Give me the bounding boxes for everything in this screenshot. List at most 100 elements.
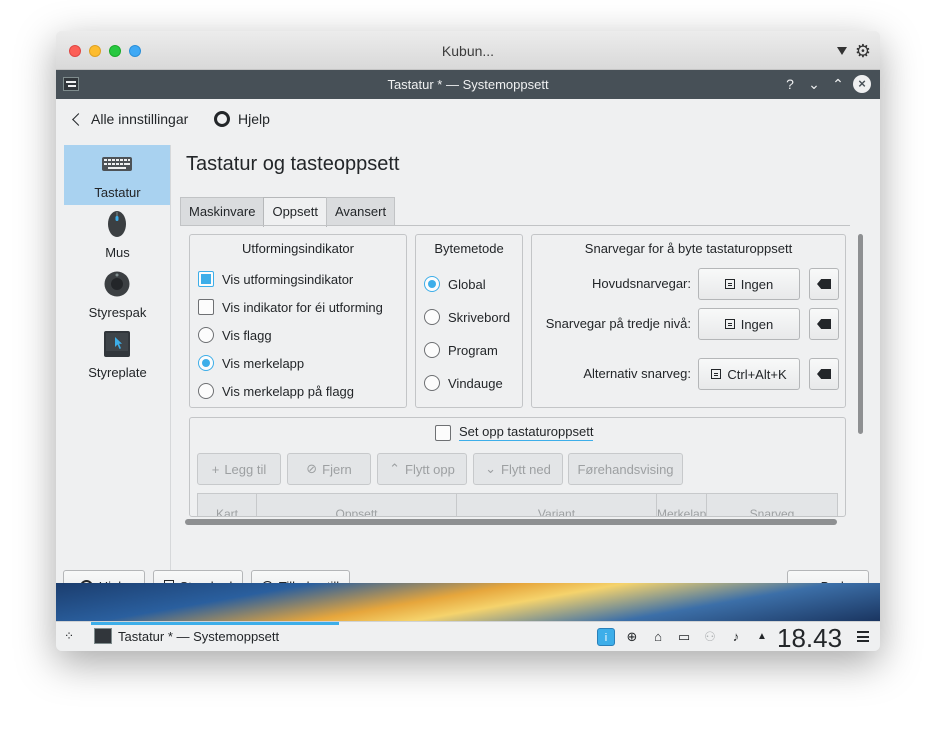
layouts-group: Set opp tastaturoppsett + Legg til ⊘ Fje… [189,417,846,517]
maximize-chevron-icon[interactable]: ⌃ [829,75,847,93]
policy-window-option[interactable]: Vindauge [424,374,503,392]
add-layout-button[interactable]: + Legg til [197,453,281,485]
usb-device-icon[interactable]: ⌂ [649,628,667,646]
shortcut-key-icon [724,319,735,329]
configure-layouts-option[interactable]: Set opp tastaturoppsett [435,424,594,441]
show-label-option[interactable]: Vis merkelapp [198,354,304,372]
shortcut-value: Ctrl+Alt+K [727,366,787,382]
option-label: Vis utformingsindikator [222,271,354,287]
taskbar-task-system-settings[interactable]: Tastatur * — Systemoppsett [94,628,279,644]
show-indicator-checkbox[interactable] [198,271,214,287]
policy-application-radio[interactable] [424,342,440,358]
column-header-variant[interactable]: Variant [457,494,657,516]
move-up-button[interactable]: ⌃ Flytt opp [377,453,467,485]
info-icon[interactable]: i [597,628,615,646]
option-label: Vis merkelapp [222,355,305,371]
volume-icon[interactable]: ♪ [727,628,745,646]
system-settings-icon [94,628,112,644]
show-flag-option[interactable]: Vis flagg [198,326,272,344]
sidebar-item-label: Styrespak [88,305,147,320]
chevron-up-icon: ⌃ [389,461,401,476]
switching-policy-group: Bytemetode Global Skrivebord Program Vin… [415,234,523,408]
help-question-icon[interactable]: ? [781,75,799,93]
tab-advanced[interactable]: Avansert [326,197,396,225]
desktop-wallpaper [56,583,880,621]
minimize-chevron-icon[interactable]: ⌄ [805,75,823,93]
show-flag-radio[interactable] [198,327,214,343]
policy-desktop-option[interactable]: Skrivebord [424,308,510,326]
clear-alternative-shortcut-button[interactable] [809,358,839,390]
policy-application-option[interactable]: Program [424,341,498,359]
taskbar: ⁘ Tastatur * — Systemoppsett i ⊕ ⌂ ▭ ⚇ ♪… [56,621,880,651]
policy-desktop-radio[interactable] [424,309,440,325]
clear-backspace-icon [817,369,831,379]
alternative-shortcut-button[interactable]: Ctrl+Alt+K [698,358,800,390]
task-title: Tastatur * — Systemoppsett [118,628,280,644]
user-icon[interactable]: ⚇ [701,628,719,646]
column-header-shortcut[interactable]: Snarveg [707,494,837,516]
move-down-button[interactable]: ⌄ Flytt ned [473,453,563,485]
mouse-icon [108,211,126,237]
option-label: Vis merkelapp på flagg [222,383,355,399]
shortcut-key-icon [711,369,722,379]
settings-body: Alle innstillingar Hjelp Tastatur Mus St… [56,99,880,602]
single-layout-indicator-option[interactable]: Vis indikator for éi utforming [198,298,383,316]
back-to-all-settings-button[interactable]: Alle innstillingar [70,110,188,128]
single-layout-indicator-checkbox[interactable] [198,299,214,315]
third-level-shortcut-button[interactable]: Ingen [698,308,800,340]
indicator-group: Utformingsindikator Vis utformingsindika… [189,234,407,408]
tab-hardware[interactable]: Maskinvare [180,197,265,225]
keyboard-icon [102,157,132,171]
show-label-radio[interactable] [198,355,214,371]
shortcut-value: Ingen [740,276,774,292]
remove-layout-label: Fjern [322,461,352,477]
network-icon[interactable]: ▭ [675,628,693,646]
expand-tray-icon[interactable]: ▲ [753,628,771,646]
option-label: Skrivebord [448,309,511,325]
show-indicator-option[interactable]: Vis utformingsindikator [198,270,353,288]
policy-global-radio[interactable] [424,276,440,292]
policy-window-radio[interactable] [424,375,440,391]
remove-layout-button[interactable]: ⊘ Fjern [287,453,371,485]
switch-shortcuts-group: Snarvegar for å byte tastaturoppsett Hov… [531,234,846,408]
update-icon[interactable]: ⊕ [623,628,641,646]
column-header-layout[interactable]: Oppsett [257,494,457,516]
application-launcher-icon[interactable]: ⁘ [64,629,78,643]
column-header-label[interactable]: Merkelapp [657,494,707,516]
gear-icon[interactable]: ⚙ [853,41,873,61]
sidebar-item-joystick[interactable]: Styrespak [64,265,171,325]
close-icon[interactable]: × [853,75,871,93]
show-label-on-flag-radio[interactable] [198,383,214,399]
horizontal-scrollbar[interactable] [185,519,837,525]
dropdown-triangle-icon[interactable] [837,47,847,55]
sidebar-item-touchpad[interactable]: Styreplate [64,325,171,385]
configure-layouts-checkbox[interactable] [435,424,451,441]
touchpad-icon [104,331,130,357]
preview-label: Førehandsvising [577,461,674,477]
clear-backspace-icon [817,279,831,289]
show-label-on-flag-option[interactable]: Vis merkelapp på flagg [198,382,354,400]
switching-group-title: Bytemetode [434,241,504,256]
tab-bar: Maskinvare Oppsett Avansert [180,197,396,227]
plus-icon: + [211,461,220,477]
sidebar-item-keyboard[interactable]: Tastatur [64,145,171,205]
top-help-button[interactable]: Hjelp [214,110,270,128]
shortcut-value: Ingen [740,316,774,332]
panel-menu-icon[interactable] [857,631,869,642]
configure-layouts-label: Set opp tastaturoppsett [459,424,594,441]
vertical-scrollbar[interactable] [858,234,863,434]
preview-button[interactable]: Førehandsvising [568,453,683,485]
tab-divider [180,225,850,226]
clock[interactable]: 18.43 [777,623,842,651]
policy-global-option[interactable]: Global [424,275,486,293]
clear-main-shortcut-button[interactable] [809,268,839,300]
option-label: Program [448,342,498,358]
tab-layouts[interactable]: Oppsett [263,197,327,227]
sidebar-item-mouse[interactable]: Mus [64,205,171,265]
window-title: Tastatur * — Systemoppsett [387,77,549,92]
main-shortcut-button[interactable]: Ingen [698,268,800,300]
clear-third-level-shortcut-button[interactable] [809,308,839,340]
page-title: Tastatur og tasteoppsett [186,153,400,175]
column-header-map[interactable]: Kart [198,494,257,516]
mac-titlebar: Kubun... ⚙ [56,31,880,70]
